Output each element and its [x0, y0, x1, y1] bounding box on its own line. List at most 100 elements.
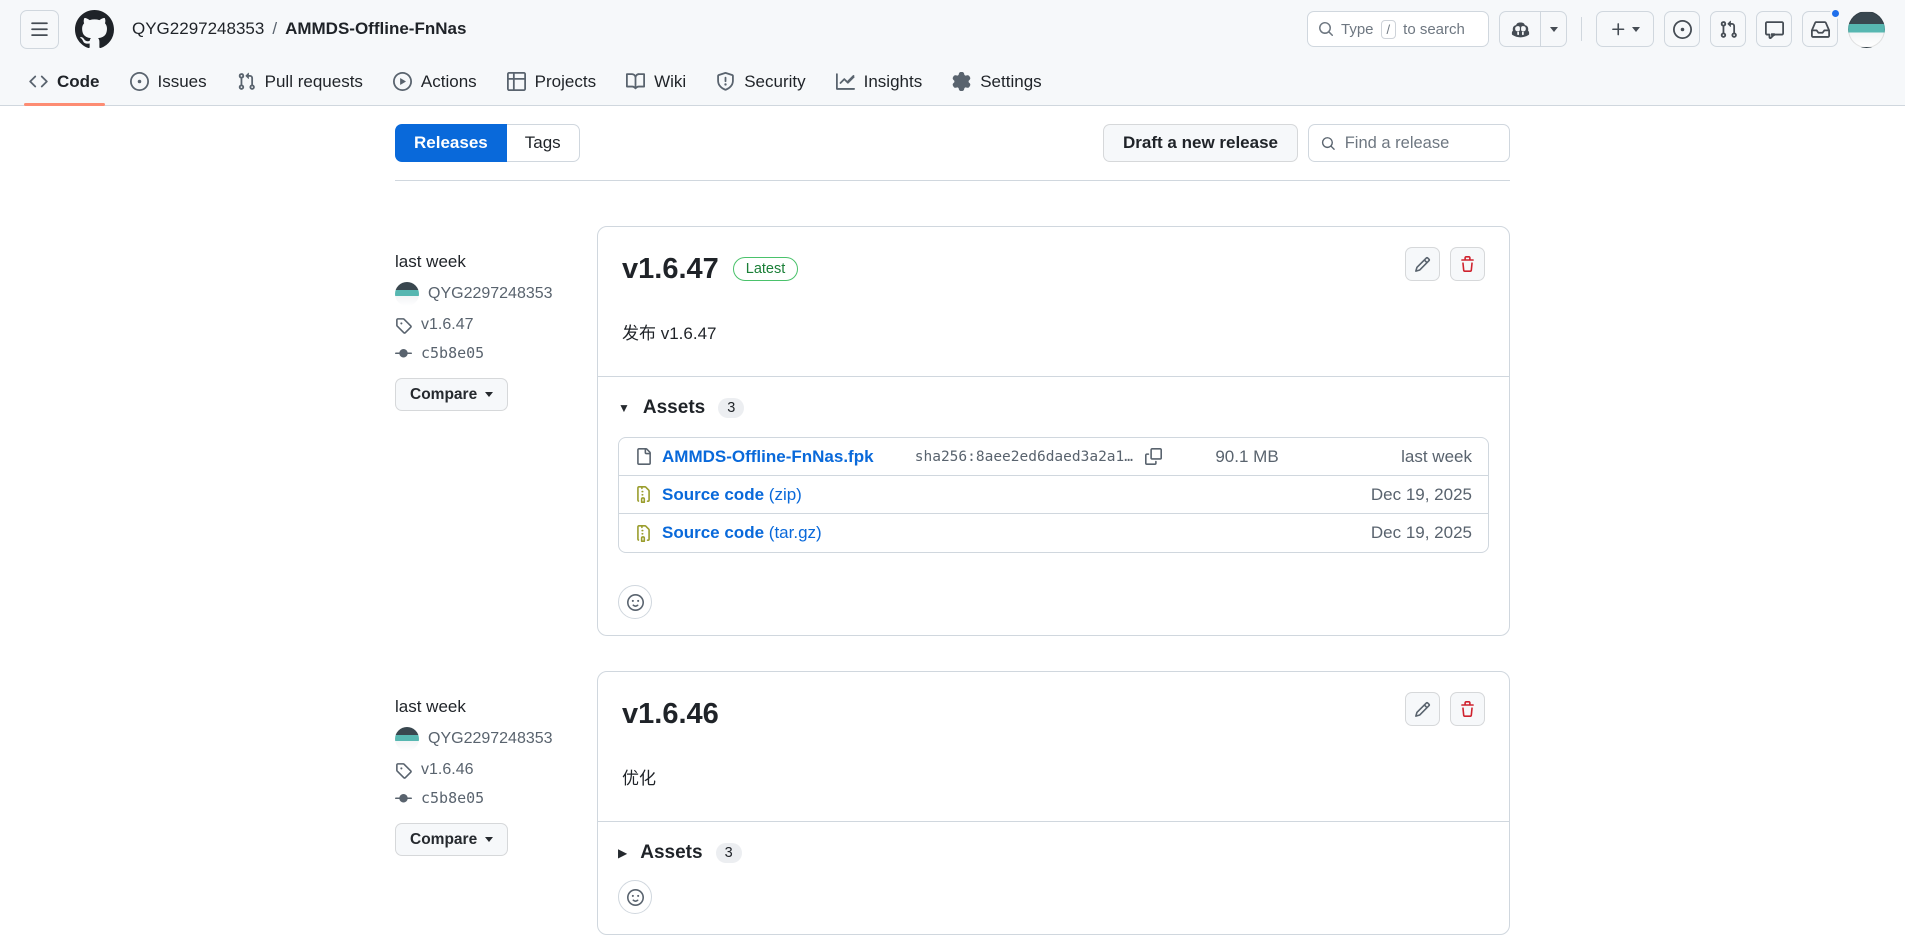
tab-pull-requests[interactable]: Pull requests	[222, 58, 378, 105]
draft-new-release-button[interactable]: Draft a new release	[1103, 124, 1298, 162]
delete-release-button[interactable]	[1450, 692, 1485, 726]
tab-label: Pull requests	[265, 72, 363, 92]
chevron-down-icon	[1632, 27, 1640, 32]
author-link[interactable]: QYG2297248353	[428, 730, 553, 748]
create-new-button[interactable]	[1596, 11, 1654, 47]
compare-label: Compare	[410, 386, 477, 404]
play-icon	[393, 72, 412, 91]
source-label: Source code	[662, 523, 764, 542]
source-zip-link[interactable]: Source code (zip)	[662, 485, 802, 505]
pull-requests-header-button[interactable]	[1710, 11, 1746, 47]
release-time: last week	[395, 697, 573, 717]
tab-issues[interactable]: Issues	[115, 58, 222, 105]
delete-release-button[interactable]	[1450, 247, 1485, 281]
reactions-bar	[598, 569, 1509, 635]
asset-row: AMMDS-Offline-FnNas.fpk sha256:8aee2ed6d…	[619, 438, 1488, 476]
compare-button[interactable]: Compare	[395, 378, 508, 411]
search-placeholder-post: to search	[1403, 21, 1465, 38]
tab-label: Security	[744, 72, 805, 92]
author-avatar[interactable]	[395, 727, 419, 751]
release-title-link[interactable]: v1.6.47	[622, 253, 719, 285]
pencil-icon	[1414, 256, 1431, 273]
assets-heading: Assets	[643, 397, 705, 419]
tab-projects[interactable]: Projects	[492, 58, 611, 105]
tag-name: v1.6.47	[421, 316, 473, 334]
issues-header-button[interactable]	[1664, 11, 1700, 47]
tab-wiki[interactable]: Wiki	[611, 58, 701, 105]
find-release-input[interactable]	[1345, 134, 1497, 153]
tab-label: Projects	[535, 72, 596, 92]
hamburger-menu-button[interactable]	[20, 10, 59, 49]
asset-date: last week	[1332, 447, 1472, 467]
issues-icon	[130, 72, 149, 91]
notifications-button[interactable]	[1802, 11, 1838, 47]
tag-icon	[395, 762, 412, 779]
releases-tab-button[interactable]: Releases	[395, 124, 507, 162]
copilot-icon	[1511, 20, 1530, 39]
add-reaction-button[interactable]	[618, 585, 652, 619]
author-avatar[interactable]	[395, 282, 419, 306]
compare-label: Compare	[410, 831, 477, 849]
assets-toggle[interactable]: ▶ Assets 3	[618, 842, 1489, 864]
tab-actions[interactable]: Actions	[378, 58, 492, 105]
breadcrumb: QYG2297248353 / AMMDS-Offline-FnNas	[132, 19, 466, 39]
assets-section: ▼ Assets 3 AMMDS-Offline-FnNas.fpk sha25…	[598, 376, 1509, 569]
breadcrumb-owner-link[interactable]: QYG2297248353	[132, 19, 264, 39]
issues-icon	[1673, 20, 1692, 39]
pull-request-icon	[1719, 20, 1738, 39]
github-logo-icon[interactable]	[75, 10, 114, 49]
source-label: Source code	[662, 485, 764, 504]
tab-label: Actions	[421, 72, 477, 92]
file-icon	[635, 448, 652, 465]
asset-download-link[interactable]: AMMDS-Offline-FnNas.fpk	[662, 447, 874, 467]
tab-insights[interactable]: Insights	[821, 58, 938, 105]
agents-header-button[interactable]	[1756, 11, 1792, 47]
chevron-down-icon	[485, 837, 493, 842]
triangle-right-icon: ▶	[618, 846, 627, 860]
unread-notification-dot	[1830, 8, 1841, 19]
breadcrumb-repo-link[interactable]: AMMDS-Offline-FnNas	[285, 19, 466, 39]
chevron-down-icon	[485, 392, 493, 397]
copilot-dropdown-button[interactable]	[1541, 11, 1567, 47]
trash-icon	[1459, 701, 1476, 718]
user-avatar[interactable]	[1848, 11, 1885, 48]
tags-tab-button[interactable]: Tags	[507, 124, 580, 162]
tab-settings[interactable]: Settings	[937, 58, 1056, 105]
commit-icon	[395, 790, 412, 807]
commit-link[interactable]: c5b8e05	[421, 789, 484, 807]
commit-link[interactable]: c5b8e05	[421, 344, 484, 362]
chevron-down-icon	[1550, 27, 1558, 32]
asset-size: 90.1 MB	[1172, 447, 1322, 467]
inbox-icon	[1811, 20, 1830, 39]
release-title: v1.6.47	[622, 249, 719, 289]
author-link[interactable]: QYG2297248353	[428, 285, 553, 303]
tab-label: Insights	[864, 72, 923, 92]
compare-button[interactable]: Compare	[395, 823, 508, 856]
release-sidebar: last week QYG2297248353 v1.6.46 c5b8e05	[395, 671, 573, 935]
source-suffix: (zip)	[769, 485, 802, 504]
source-targz-link[interactable]: Source code (tar.gz)	[662, 523, 822, 543]
edit-release-button[interactable]	[1405, 247, 1440, 281]
copy-sha-button[interactable]	[1145, 448, 1162, 465]
edit-release-button[interactable]	[1405, 692, 1440, 726]
global-search-input[interactable]: Type / to search	[1307, 11, 1489, 47]
assets-toggle[interactable]: ▼ Assets 3	[618, 397, 1489, 419]
release-card: v1.6.46 优化 ▶ Assets 3	[597, 671, 1510, 935]
code-icon	[29, 72, 48, 91]
release-title-link[interactable]: v1.6.46	[622, 698, 719, 730]
add-reaction-button[interactable]	[618, 880, 652, 914]
trash-icon	[1459, 256, 1476, 273]
asset-sha: sha256:8aee2ed6daed3a2a1…	[915, 449, 1133, 465]
tab-code[interactable]: Code	[14, 58, 115, 105]
release-author-row: QYG2297248353	[395, 282, 573, 306]
copilot-button[interactable]	[1499, 11, 1541, 47]
release-author-row: QYG2297248353	[395, 727, 573, 751]
assets-count-badge: 3	[716, 843, 742, 863]
source-suffix: (tar.gz)	[769, 523, 822, 542]
find-release-box	[1308, 124, 1510, 162]
table-icon	[507, 72, 526, 91]
tab-security[interactable]: Security	[701, 58, 820, 105]
reactions-bar	[618, 864, 1489, 918]
asset-row: Source code (tar.gz) Dec 19, 2025	[619, 514, 1488, 552]
tag-name: v1.6.46	[421, 761, 473, 779]
